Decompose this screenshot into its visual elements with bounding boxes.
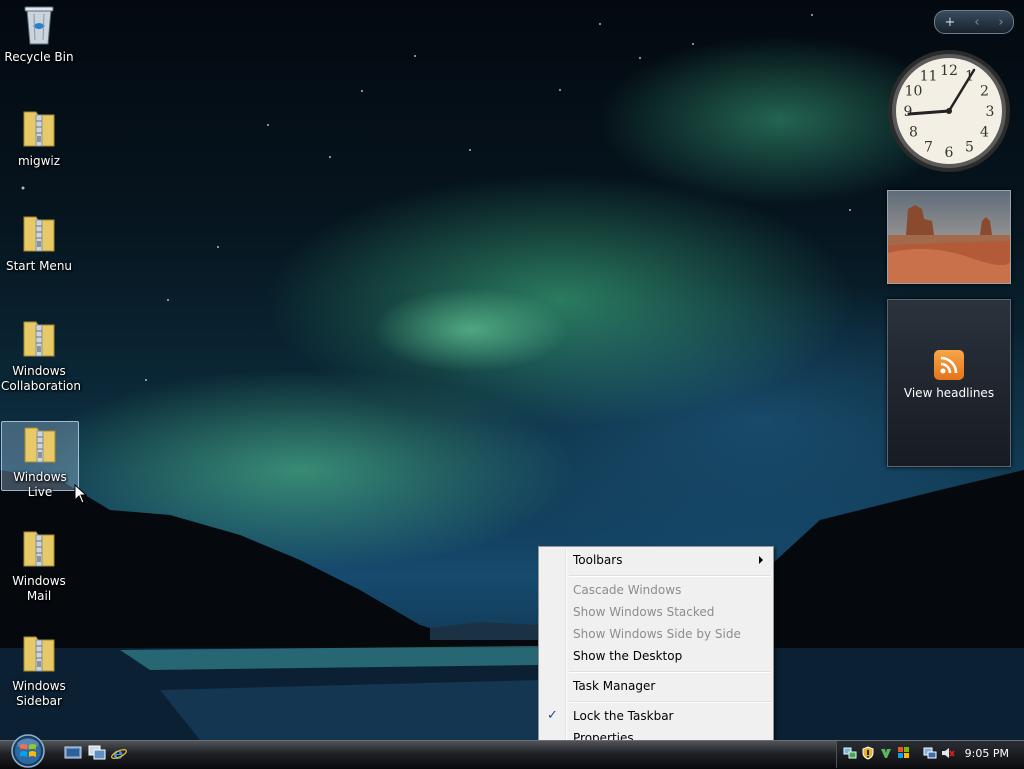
menu-item-show-the-desktop[interactable]: Show the Desktop [541, 645, 771, 667]
notification-area: 9:05 PM [836, 741, 1024, 768]
network-connection-icon[interactable] [923, 746, 937, 760]
next-gadget-page-button[interactable]: › [998, 15, 1003, 30]
clock-numeral: 4 [980, 125, 989, 141]
feed-headlines-gadget[interactable]: View headlines [887, 299, 1011, 467]
desktop-icon-label: migwiz [17, 154, 61, 168]
sidebar-gadget-controls: + ‹ › [934, 10, 1014, 34]
desktop-icon-label: Windows Sidebar [12, 679, 66, 708]
start-button[interactable] [8, 734, 48, 768]
zip-folder-icon [23, 111, 55, 147]
menu-item-cascade-windows[interactable]: Cascade Windows [541, 579, 771, 601]
view-headlines-link[interactable]: View headlines [888, 386, 1010, 400]
windows-defender-icon[interactable] [879, 746, 893, 760]
menu-item-label: Cascade Windows [573, 583, 682, 597]
windows-update-icon[interactable] [897, 746, 911, 760]
clock-gadget[interactable]: 121234567891011 [886, 48, 1012, 174]
desktop-icon-label: Start Menu [5, 259, 73, 273]
rss-feed-icon [934, 350, 964, 380]
clock-numeral: 12 [940, 63, 958, 79]
desktop-icon-start-menu[interactable]: Start Menu [1, 211, 77, 274]
menu-item-toolbars[interactable]: Toolbars [541, 549, 771, 571]
menu-separator [569, 671, 771, 673]
clock-numeral: 10 [905, 84, 923, 100]
clock-numeral: 6 [945, 145, 954, 161]
clock-numeral: 11 [920, 69, 938, 85]
taskbar-context-menu: Toolbars Cascade Windows Show Windows St… [538, 546, 774, 750]
menu-separator [569, 575, 771, 577]
security-shield-icon[interactable] [861, 746, 875, 760]
zip-folder-icon [23, 531, 55, 567]
clock-numeral: 9 [904, 104, 913, 120]
clock-numeral: 7 [924, 140, 933, 156]
clock-numeral: 3 [986, 104, 995, 120]
menu-item-label: Show Windows Stacked [573, 605, 715, 619]
taskbar-clock[interactable]: 9:05 PM [965, 747, 1009, 760]
switch-windows-icon[interactable] [88, 745, 106, 761]
desktop-icon-label: Recycle Bin [4, 50, 74, 64]
desktop-icon-windows-mail[interactable]: Windows Mail [1, 526, 77, 604]
menu-item-label: Show Windows Side by Side [573, 627, 741, 641]
menu-item-lock-the-taskbar[interactable]: ✓ Lock the Taskbar [541, 705, 771, 727]
menu-item-label: Task Manager [573, 679, 656, 693]
checkmark-icon: ✓ [547, 708, 558, 723]
zip-folder-icon [23, 321, 55, 357]
desktop-icon-migwiz[interactable]: migwiz [1, 106, 77, 169]
desktop-icon-windows-collaboration[interactable]: Windows Collaboration [1, 316, 81, 394]
desktop-icon-windows-sidebar[interactable]: Windows Sidebar [1, 631, 77, 709]
submenu-arrow-icon [759, 556, 763, 564]
recycle-bin-icon [24, 6, 54, 45]
previous-gadget-page-button[interactable]: ‹ [974, 15, 979, 30]
network-icon[interactable] [843, 746, 857, 760]
menu-item-show-windows-side-by-side[interactable]: Show Windows Side by Side [541, 623, 771, 645]
menu-item-label: Toolbars [573, 553, 623, 567]
internet-explorer-icon[interactable]: e [110, 745, 128, 761]
menu-item-label: Lock the Taskbar [573, 709, 674, 723]
desktop-icon-label: Windows Mail [12, 574, 66, 603]
zip-folder-icon [23, 216, 55, 252]
slideshow-photo [888, 191, 1010, 283]
desktop-wallpaper [0, 0, 1024, 740]
menu-separator [569, 701, 771, 703]
show-desktop-icon[interactable] [64, 745, 82, 761]
menu-item-show-windows-stacked[interactable]: Show Windows Stacked [541, 601, 771, 623]
clock-numeral: 2 [980, 84, 989, 100]
desktop-icon-recycle-bin[interactable]: Recycle Bin [1, 2, 77, 65]
desktop-icon-label: Windows Collaboration [1, 364, 81, 393]
desktop-icon-windows-live[interactable]: Windows Live [1, 421, 79, 499]
add-gadget-button[interactable]: + [944, 15, 955, 30]
menu-item-task-manager[interactable]: Task Manager [541, 675, 771, 697]
menu-item-label: Show the Desktop [573, 649, 683, 663]
mouse-cursor-icon [74, 484, 88, 504]
desktop-icon-label: Windows Live [13, 470, 67, 499]
clock-numeral: 8 [909, 125, 918, 141]
clock-numeral: 5 [965, 140, 974, 156]
slideshow-gadget[interactable] [887, 190, 1011, 284]
zip-folder-icon [23, 636, 55, 672]
zip-folder-icon [24, 427, 56, 463]
volume-muted-icon[interactable] [941, 746, 955, 760]
